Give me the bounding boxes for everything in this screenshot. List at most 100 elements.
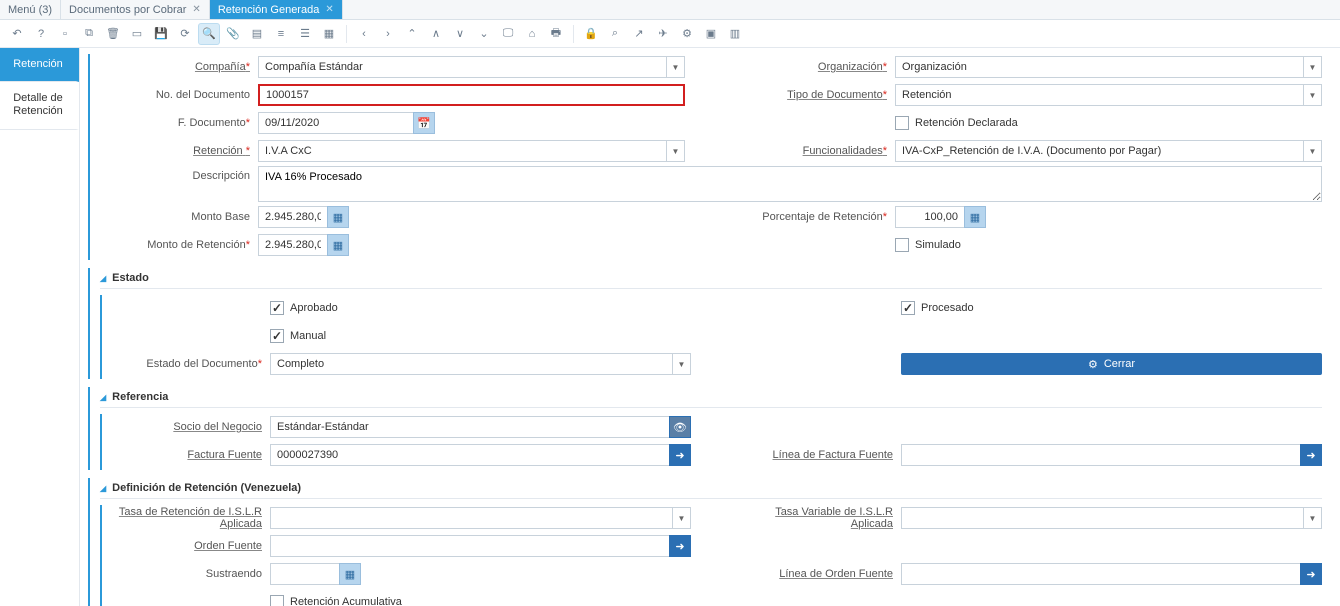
organizacion-field[interactable] — [895, 56, 1304, 78]
aprobado-checkbox[interactable]: Aprobado — [270, 301, 338, 315]
monto-retencion-field[interactable] — [258, 234, 328, 256]
side-tab-retencion[interactable]: Retención — [0, 48, 79, 82]
help-icon[interactable]: ? — [30, 23, 52, 45]
funcionalidades-field[interactable] — [895, 140, 1304, 162]
eye-icon[interactable]: 👁 — [669, 416, 691, 438]
workflow-icon[interactable]: ↗ — [628, 23, 650, 45]
tab-retencion-generada[interactable]: Retención Generada ✕ — [210, 0, 343, 19]
refresh-icon[interactable]: ⟳ — [174, 23, 196, 45]
checkbox-label: Simulado — [915, 239, 961, 251]
checkbox-label: Manual — [290, 330, 326, 342]
link-icon[interactable]: ➜ — [669, 535, 691, 557]
print-icon[interactable]: 🖶 — [545, 23, 567, 45]
grid-icon[interactable]: ▤ — [246, 23, 268, 45]
section-referencia: ◢ Referencia Socio del Negocio 👁 Factura… — [88, 387, 1322, 470]
switch-icon[interactable]: ☰ — [294, 23, 316, 45]
label-estado-doc: Estado del Documento* — [100, 358, 270, 370]
calc-icon[interactable]: ▦ — [327, 206, 349, 228]
lock-icon[interactable]: 🔒 — [580, 23, 602, 45]
tasa-var-field[interactable] — [901, 507, 1304, 529]
procesado-checkbox[interactable]: Procesado — [901, 301, 974, 315]
prev-icon[interactable]: ‹ — [353, 23, 375, 45]
checkbox-icon — [895, 116, 909, 130]
link-icon[interactable]: ➜ — [669, 444, 691, 466]
side-tab-label: Retención — [13, 58, 63, 70]
factura-fuente-field[interactable] — [270, 444, 670, 466]
chevron-down-icon[interactable]: ▼ — [667, 140, 685, 162]
linea-orden-fuente-field[interactable] — [901, 563, 1301, 585]
chevron-down-icon[interactable]: ▼ — [673, 353, 691, 375]
save-icon[interactable]: 💾 — [150, 23, 172, 45]
delete-icon[interactable]: 🗑 — [102, 23, 124, 45]
copy-icon[interactable]: ⧉ — [78, 23, 100, 45]
zoom-icon[interactable]: ⌕ — [604, 23, 626, 45]
chevron-down-icon[interactable]: ▼ — [1304, 84, 1322, 106]
descripcion-field[interactable] — [258, 166, 1322, 202]
last-icon[interactable]: ⌄ — [473, 23, 495, 45]
chevron-down-icon[interactable]: ▼ — [667, 56, 685, 78]
checkbox-icon — [895, 238, 909, 252]
layout-icon[interactable]: ▦ — [318, 23, 340, 45]
no-documento-field[interactable] — [258, 84, 685, 106]
side-tab-detalle-retencion[interactable]: Detalle de Retención — [0, 82, 79, 129]
section-def-retencion: ◢ Definición de Retención (Venezuela) Ta… — [88, 478, 1322, 606]
next-icon[interactable]: › — [377, 23, 399, 45]
tasa-field[interactable] — [270, 507, 673, 529]
orden-fuente-field[interactable] — [270, 535, 670, 557]
label-organizacion: Organización* — [725, 61, 895, 73]
calc-icon[interactable]: ▦ — [327, 234, 349, 256]
down-icon[interactable]: ∨ — [449, 23, 471, 45]
report-icon[interactable]: 🖵 — [497, 23, 519, 45]
retencion-declarada-checkbox[interactable]: Retención Declarada — [895, 116, 1018, 130]
label-descripcion: Descripción — [88, 166, 258, 182]
chevron-down-icon[interactable]: ▼ — [1304, 56, 1322, 78]
simulado-checkbox[interactable]: Simulado — [895, 238, 961, 252]
link-icon[interactable]: ➜ — [1300, 563, 1322, 585]
panel-icon[interactable]: ▥ — [724, 23, 746, 45]
linea-factura-fuente-field[interactable] — [901, 444, 1301, 466]
tab-label: Documentos por Cobrar — [69, 4, 186, 16]
chevron-down-icon[interactable]: ▼ — [1304, 140, 1322, 162]
label-monto-base: Monto Base — [88, 211, 258, 223]
close-icon[interactable]: ✕ — [192, 4, 200, 15]
label-porcentaje: Porcentaje de Retención* — [725, 211, 895, 223]
compania-field[interactable] — [258, 56, 667, 78]
calendar-icon[interactable]: 📅 — [413, 112, 435, 134]
search-icon[interactable]: 🔍 — [198, 23, 220, 45]
sustraendo-field[interactable] — [270, 563, 340, 585]
new-icon[interactable]: ▫ — [54, 23, 76, 45]
checkbox-label: Retención Declarada — [915, 117, 1018, 129]
first-icon[interactable]: ⌃ — [401, 23, 423, 45]
monto-base-field[interactable] — [258, 206, 328, 228]
undo-icon[interactable]: ↶ — [6, 23, 28, 45]
calc-icon[interactable]: ▦ — [964, 206, 986, 228]
tab-documentos-por-cobrar[interactable]: Documentos por Cobrar ✕ — [61, 0, 210, 19]
chevron-down-icon[interactable]: ▼ — [1304, 507, 1322, 529]
manual-checkbox[interactable]: Manual — [270, 329, 326, 343]
estado-doc-field[interactable] — [270, 353, 673, 375]
up-icon[interactable]: ∧ — [425, 23, 447, 45]
send-icon[interactable]: ✈ — [652, 23, 674, 45]
retencion-field[interactable] — [258, 140, 667, 162]
link-icon[interactable]: ➜ — [1300, 444, 1322, 466]
close-icon[interactable]: ✕ — [325, 4, 333, 15]
cerrar-button[interactable]: ⚙ Cerrar — [901, 353, 1322, 375]
window-tabbar: Menú (3) Documentos por Cobrar ✕ Retenci… — [0, 0, 1340, 20]
socio-field[interactable] — [270, 416, 670, 438]
collapse-icon[interactable]: ◢ — [100, 484, 106, 493]
rows-icon[interactable]: ≡ — [270, 23, 292, 45]
tab-menu[interactable]: Menú (3) — [0, 0, 61, 19]
f-documento-field[interactable] — [258, 112, 414, 134]
archive-icon[interactable]: ⌂ — [521, 23, 543, 45]
erase-icon[interactable]: ▭ — [126, 23, 148, 45]
tipo-documento-field[interactable] — [895, 84, 1304, 106]
chevron-down-icon[interactable]: ▼ — [673, 507, 691, 529]
attach-icon[interactable]: 📎 — [222, 23, 244, 45]
gear-icon[interactable]: ⚙ — [676, 23, 698, 45]
collapse-icon[interactable]: ◢ — [100, 393, 106, 402]
ret-acumulativa-checkbox[interactable]: Retención Acumulativa — [270, 595, 402, 606]
porcentaje-field[interactable] — [895, 206, 965, 228]
calc-icon[interactable]: ▦ — [339, 563, 361, 585]
collapse-icon[interactable]: ◢ — [100, 274, 106, 283]
info-icon[interactable]: ▣ — [700, 23, 722, 45]
